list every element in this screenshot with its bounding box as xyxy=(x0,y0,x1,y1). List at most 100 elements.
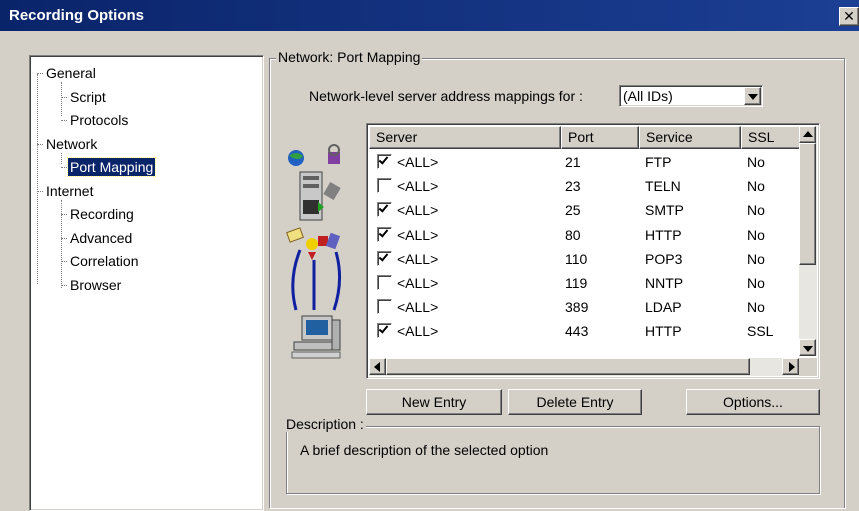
cell-port: 23 xyxy=(565,178,581,195)
mapping-id-select[interactable]: (All IDs) xyxy=(619,85,763,107)
window-title: Recording Options xyxy=(9,7,144,24)
row-enabled-checkbox[interactable] xyxy=(377,250,392,266)
tree-item-browser[interactable]: Browser xyxy=(68,276,123,294)
tree-item-recording[interactable]: Recording xyxy=(68,205,136,223)
cell-service: HTTP xyxy=(645,226,682,243)
title-bar: Recording Options ✕ xyxy=(0,0,859,31)
delete-entry-button[interactable]: Delete Entry xyxy=(508,389,642,415)
column-ssl[interactable]: SSL xyxy=(741,126,801,149)
vertical-scroll-thumb[interactable] xyxy=(799,143,816,265)
options-tree[interactable]: General Script Protocols Network Port Mappin… xyxy=(29,55,264,511)
tree-item-port-mapping[interactable]: Port Mapping xyxy=(66,157,157,177)
cell-ssl: No xyxy=(747,299,765,316)
cell-service: POP3 xyxy=(645,250,683,267)
tree-item-script[interactable]: Script xyxy=(68,88,108,106)
table-row[interactable]: <ALL> 110 POP3 No xyxy=(369,247,799,271)
cell-server: <ALL> xyxy=(397,275,439,291)
checkmark-icon xyxy=(378,227,389,238)
arrow-right-icon xyxy=(789,362,795,372)
recording-options-dialog: Recording Options ✕ General Script Protoco… xyxy=(0,0,859,511)
tree-connector xyxy=(37,190,43,192)
table-horizontal-scrollbar[interactable] xyxy=(369,358,799,376)
cell-port: 443 xyxy=(565,323,589,340)
table-row[interactable]: <ALL> 21 FTP No xyxy=(369,150,799,174)
dropdown-arrow-icon xyxy=(748,94,758,100)
scroll-up-button[interactable] xyxy=(799,126,816,143)
table-row[interactable]: <ALL> 80 HTTP No xyxy=(369,223,799,247)
cell-port: 80 xyxy=(565,226,581,243)
table-header: Server Port Service SSL xyxy=(369,126,819,149)
tree-connector xyxy=(37,143,43,145)
cell-ssl: SSL xyxy=(747,323,774,340)
tree-connector xyxy=(61,237,67,239)
row-enabled-checkbox[interactable] xyxy=(377,323,392,339)
cell-ssl: No xyxy=(747,226,765,243)
column-server[interactable]: Server xyxy=(369,126,561,149)
cell-service: LDAP xyxy=(645,299,682,316)
cell-server: <ALL> xyxy=(397,154,439,170)
table-row[interactable]: <ALL> 389 LDAP No xyxy=(369,295,799,319)
row-enabled-checkbox[interactable] xyxy=(377,202,392,218)
tree-item-network[interactable]: Network xyxy=(44,135,99,153)
tree-connector xyxy=(61,120,67,121)
tree-item-correlation[interactable]: Correlation xyxy=(68,252,140,270)
table-row[interactable]: <ALL> 25 SMTP No xyxy=(369,198,799,222)
cell-port: 21 xyxy=(565,154,581,170)
tree-branch-general xyxy=(61,82,62,116)
mapping-id-value: (All IDs) xyxy=(623,88,673,104)
cell-service: NNTP xyxy=(645,275,684,291)
cell-ssl: No xyxy=(747,154,765,170)
tree-item-internet[interactable]: Internet xyxy=(44,182,95,200)
cell-ssl: No xyxy=(747,178,765,195)
options-button[interactable]: Options... xyxy=(686,389,820,415)
checkmark-icon xyxy=(378,323,389,334)
cell-server: <ALL> xyxy=(397,202,439,219)
description-label: Description : xyxy=(284,416,366,432)
tree-connector xyxy=(61,167,67,168)
description-group xyxy=(286,426,820,494)
cell-port: 119 xyxy=(565,275,588,291)
row-enabled-checkbox[interactable] xyxy=(377,275,392,290)
column-port[interactable]: Port xyxy=(561,126,639,149)
cell-service: TELN xyxy=(645,178,681,195)
cell-server: <ALL> xyxy=(397,299,439,316)
tree-item-general[interactable]: General xyxy=(44,64,98,82)
row-enabled-checkbox[interactable] xyxy=(377,154,392,169)
port-mapping-table[interactable]: Server Port Service SSL <ALL> 21 FTP No <ALL… xyxy=(366,123,820,379)
tree-connector xyxy=(61,261,67,262)
cell-service: HTTP xyxy=(645,323,682,340)
scroll-down-button[interactable] xyxy=(799,339,816,356)
checkmark-icon xyxy=(378,251,389,262)
row-enabled-checkbox[interactable] xyxy=(377,178,392,194)
cell-service: SMTP xyxy=(645,202,684,219)
tree-item-protocols[interactable]: Protocols xyxy=(68,111,130,129)
table-vertical-scrollbar[interactable] xyxy=(799,126,817,356)
tree-connector xyxy=(61,214,67,215)
row-enabled-checkbox[interactable] xyxy=(377,226,392,242)
tree-connector xyxy=(37,73,43,74)
tree-branch-network xyxy=(61,153,62,164)
table-row[interactable]: <ALL> 119 NNTP No xyxy=(369,271,799,295)
cell-server: <ALL> xyxy=(397,250,439,267)
table-row[interactable]: <ALL> 443 HTTP SSL xyxy=(369,319,799,343)
cell-ssl: No xyxy=(747,275,765,291)
cell-port: 389 xyxy=(565,299,589,316)
row-enabled-checkbox[interactable] xyxy=(377,299,392,315)
new-entry-button[interactable]: New Entry xyxy=(366,389,502,415)
cell-server: <ALL> xyxy=(397,226,439,243)
cell-port: 25 xyxy=(565,202,581,219)
column-service[interactable]: Service xyxy=(639,126,741,149)
checkmark-icon xyxy=(378,154,389,165)
cell-port: 110 xyxy=(565,250,588,267)
tree-connector xyxy=(61,96,67,98)
dropdown-button[interactable] xyxy=(744,87,761,105)
scroll-left-button[interactable] xyxy=(369,358,386,375)
table-row[interactable]: <ALL> 23 TELN No xyxy=(369,174,799,198)
horizontal-scroll-thumb[interactable] xyxy=(386,358,750,375)
tree-item-advanced[interactable]: Advanced xyxy=(68,229,134,247)
arrow-down-icon xyxy=(803,346,813,352)
scroll-right-button[interactable] xyxy=(782,358,799,375)
close-button[interactable]: ✕ xyxy=(839,7,859,26)
port-mapping-group-title: Network: Port Mapping xyxy=(276,49,423,65)
description-text: A brief description of the selected opti… xyxy=(300,442,549,458)
